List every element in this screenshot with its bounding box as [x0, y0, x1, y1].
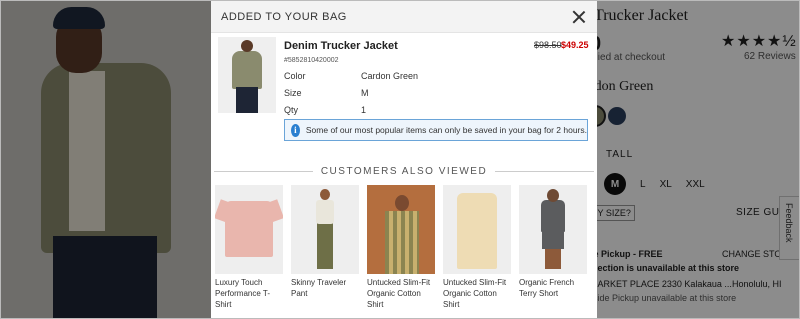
- recommended-product[interactable]: Skinny Traveler Pant: [291, 185, 359, 310]
- thumb-pants: [236, 87, 258, 113]
- oxford-shirt-shape: [457, 193, 497, 269]
- attr-label-size: Size: [284, 88, 302, 98]
- attr-value-color: Cardon Green: [361, 71, 419, 81]
- model-head: [320, 189, 330, 200]
- attr-value-size: M: [361, 88, 369, 98]
- product-image[interactable]: [367, 185, 435, 274]
- info-icon: i: [291, 123, 300, 137]
- added-item-sku: #5852810420002: [284, 57, 339, 64]
- sweater-shape: [316, 200, 334, 224]
- pants-shape: [317, 223, 333, 269]
- hoodie-shape: [541, 200, 565, 232]
- recommended-product[interactable]: Luxury Touch Performance T-Shirt: [215, 185, 283, 310]
- attr-label-qty: Qty: [284, 105, 299, 115]
- thumb-jacket: [232, 51, 262, 89]
- bag-save-notice: i Some of our most popular items can onl…: [284, 119, 588, 141]
- added-item: Denim Trucker Jacket #5852810420002 $98.…: [218, 37, 590, 147]
- model-head: [395, 195, 409, 211]
- thumb-head: [241, 40, 253, 52]
- close-icon[interactable]: [571, 9, 587, 25]
- attr-label-color: Color: [284, 71, 306, 81]
- recommended-product[interactable]: Untucked Slim-Fit Organic Cotton Shirt: [443, 185, 511, 310]
- notice-text: Some of our most popular items can only …: [305, 125, 587, 135]
- product-name[interactable]: Skinny Traveler Pant: [291, 277, 359, 299]
- product-image[interactable]: [443, 185, 511, 274]
- sale-price: $49.25: [561, 40, 589, 50]
- page: Trucker Jacket 0 plied at checkout ★★★★½…: [0, 0, 800, 319]
- also-viewed-heading: CUSTOMERS ALSO VIEWED: [320, 165, 488, 177]
- product-image[interactable]: [291, 185, 359, 274]
- product-name[interactable]: Untucked Slim-Fit Organic Cotton Shirt: [443, 277, 511, 310]
- plaid-shirt-shape: [385, 211, 419, 274]
- original-price: $98.50: [534, 40, 562, 50]
- recommended-product[interactable]: Organic French Terry Short: [519, 185, 587, 310]
- divider-line-left: [214, 170, 313, 172]
- also-viewed-divider: CUSTOMERS ALSO VIEWED: [214, 165, 594, 177]
- recommended-product[interactable]: Untucked Slim-Fit Organic Cotton Shirt: [367, 185, 435, 310]
- product-name[interactable]: Luxury Touch Performance T-Shirt: [215, 277, 283, 310]
- product-image[interactable]: [215, 185, 283, 274]
- product-name[interactable]: Organic French Terry Short: [519, 277, 587, 299]
- added-item-thumbnail: [218, 37, 276, 113]
- modal-header: ADDED TO YOUR BAG: [211, 1, 597, 33]
- legs-shape: [545, 249, 561, 269]
- tshirt-shape: [225, 201, 273, 257]
- also-viewed-list: Luxury Touch Performance T-Shirt Skinny …: [215, 185, 593, 310]
- modal-title: ADDED TO YOUR BAG: [221, 10, 347, 23]
- plaid-photo: [367, 185, 435, 274]
- product-name[interactable]: Untucked Slim-Fit Organic Cotton Shirt: [367, 277, 435, 310]
- attr-value-qty: 1: [361, 105, 367, 115]
- added-to-bag-modal: ADDED TO YOUR BAG Denim Trucker Jacket #…: [211, 1, 597, 318]
- added-item-name: Denim Trucker Jacket: [284, 40, 398, 52]
- model-head: [547, 189, 559, 202]
- divider-line-right: [495, 170, 594, 172]
- shorts-shape: [542, 231, 564, 249]
- product-image[interactable]: [519, 185, 587, 274]
